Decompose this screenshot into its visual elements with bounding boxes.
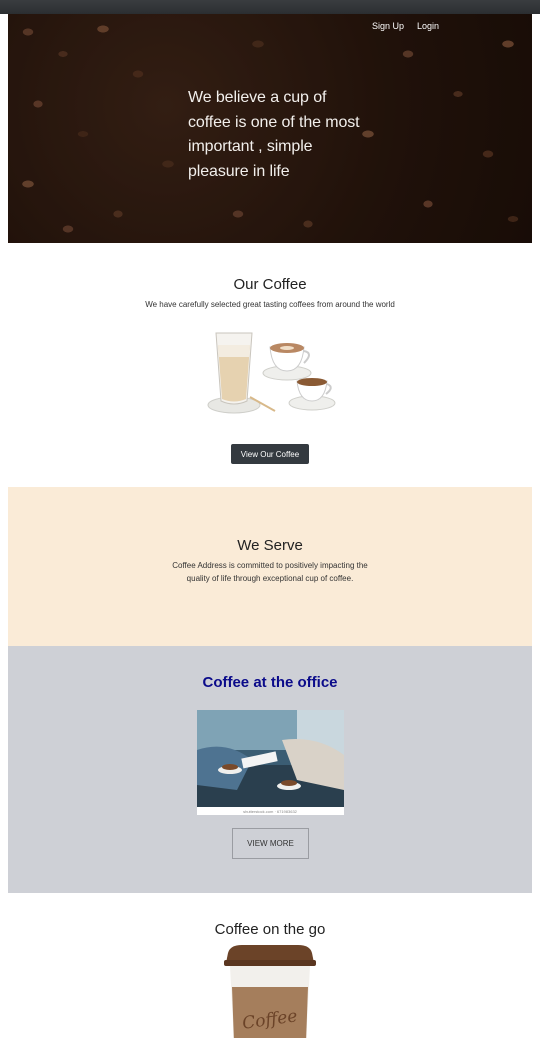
on-the-go-section: Coffee on the go Coffee [8, 893, 532, 1038]
office-title: Coffee at the office [202, 674, 338, 691]
coffee-cup-image: Coffee [224, 945, 316, 1038]
our-coffee-title: Our Coffee [233, 276, 307, 293]
we-serve-section: We Serve Coffee Address is committed to … [8, 487, 532, 646]
view-our-coffee-button[interactable]: View Our Coffee [231, 444, 309, 464]
top-nav: Sign Up Login [372, 21, 439, 31]
our-coffee-section: Our Coffee We have carefully selected gr… [8, 243, 532, 487]
image-watermark: shutterstock.com · 671983632 [243, 809, 298, 814]
our-coffee-subtitle: We have carefully selected great tasting… [145, 300, 395, 309]
office-meeting-image: shutterstock.com · 671983632 [197, 710, 344, 815]
browser-top-bar [0, 0, 540, 14]
we-serve-title: We Serve [237, 537, 303, 554]
login-link[interactable]: Login [417, 21, 439, 31]
page-container: Sign Up Login We believe a cup of coffee… [8, 14, 532, 1038]
signup-link[interactable]: Sign Up [372, 21, 404, 31]
hero-banner: Sign Up Login We believe a cup of coffee… [8, 14, 532, 243]
view-more-button[interactable]: VIEW MORE [232, 828, 309, 859]
we-serve-text: Coffee Address is committed to positivel… [172, 561, 368, 583]
hero-tagline: We believe a cup of coffee is one of the… [188, 89, 360, 180]
on-the-go-title: Coffee on the go [214, 921, 326, 938]
coffee-cups-image [207, 332, 336, 414]
office-section: Coffee at the office shutterstock.com · … [8, 646, 532, 893]
